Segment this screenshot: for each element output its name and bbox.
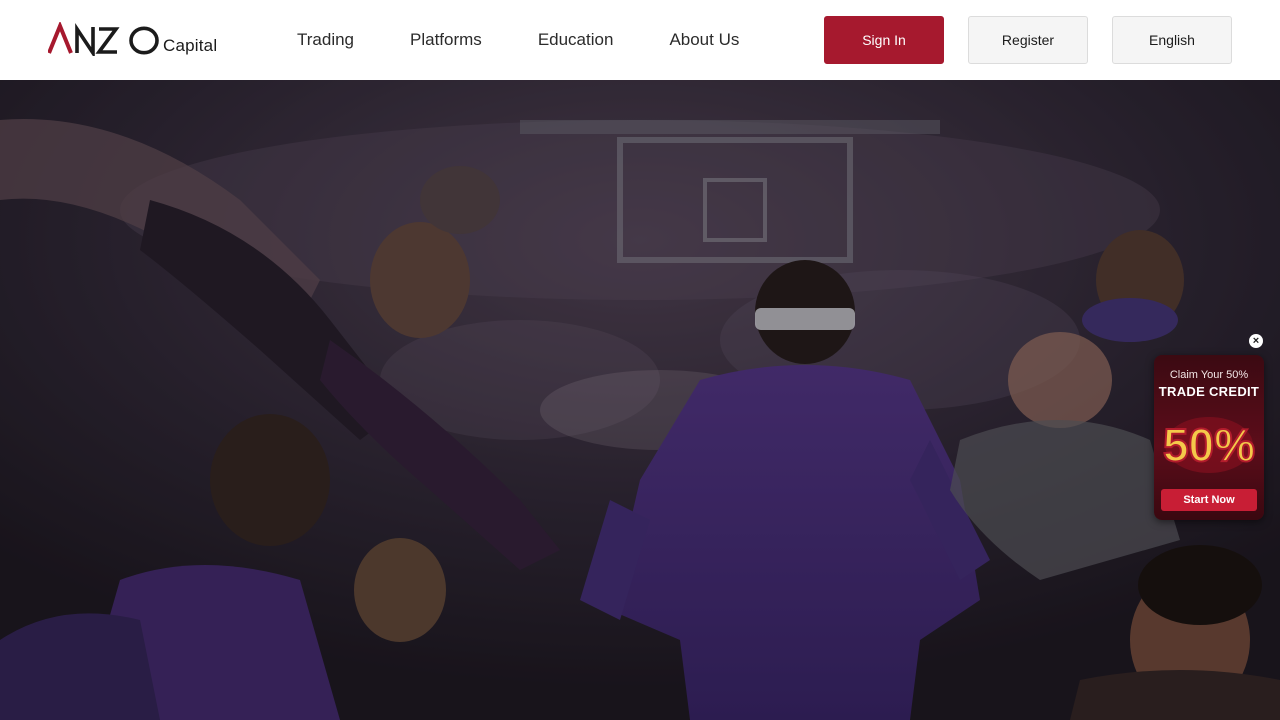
logo-subtitle: Capital	[163, 36, 218, 55]
nav-education[interactable]: Education	[538, 30, 614, 50]
main-nav: Trading Platforms Education About Us	[297, 0, 795, 80]
site-header: Capital Trading Platforms Education Abou…	[0, 0, 1280, 80]
hero-banner-image	[0, 80, 1280, 720]
trade-credit-promo[interactable]: Claim Your 50% TRADE CREDIT 50% Start No…	[1154, 355, 1264, 520]
promo-close-icon[interactable]: ×	[1249, 334, 1263, 348]
start-now-button[interactable]: Start Now	[1161, 489, 1257, 511]
sign-in-button[interactable]: Sign In	[824, 16, 944, 64]
promo-line2: TRADE CREDIT	[1158, 384, 1260, 399]
promo-big-text: 50%	[1163, 419, 1255, 471]
promo-line1: Claim Your 50%	[1169, 369, 1249, 381]
anzo-logo-mark	[48, 22, 159, 56]
basketball-arena-photo	[0, 80, 1280, 720]
register-button[interactable]: Register	[968, 16, 1088, 64]
nav-platforms[interactable]: Platforms	[410, 30, 482, 50]
anzo-capital-logo[interactable]: Capital	[48, 22, 217, 56]
nav-trading[interactable]: Trading	[297, 30, 354, 50]
language-select-button[interactable]: English	[1112, 16, 1232, 64]
nav-about-us[interactable]: About Us	[669, 30, 739, 50]
fifty-percent-graphic: 50%	[1162, 417, 1256, 473]
